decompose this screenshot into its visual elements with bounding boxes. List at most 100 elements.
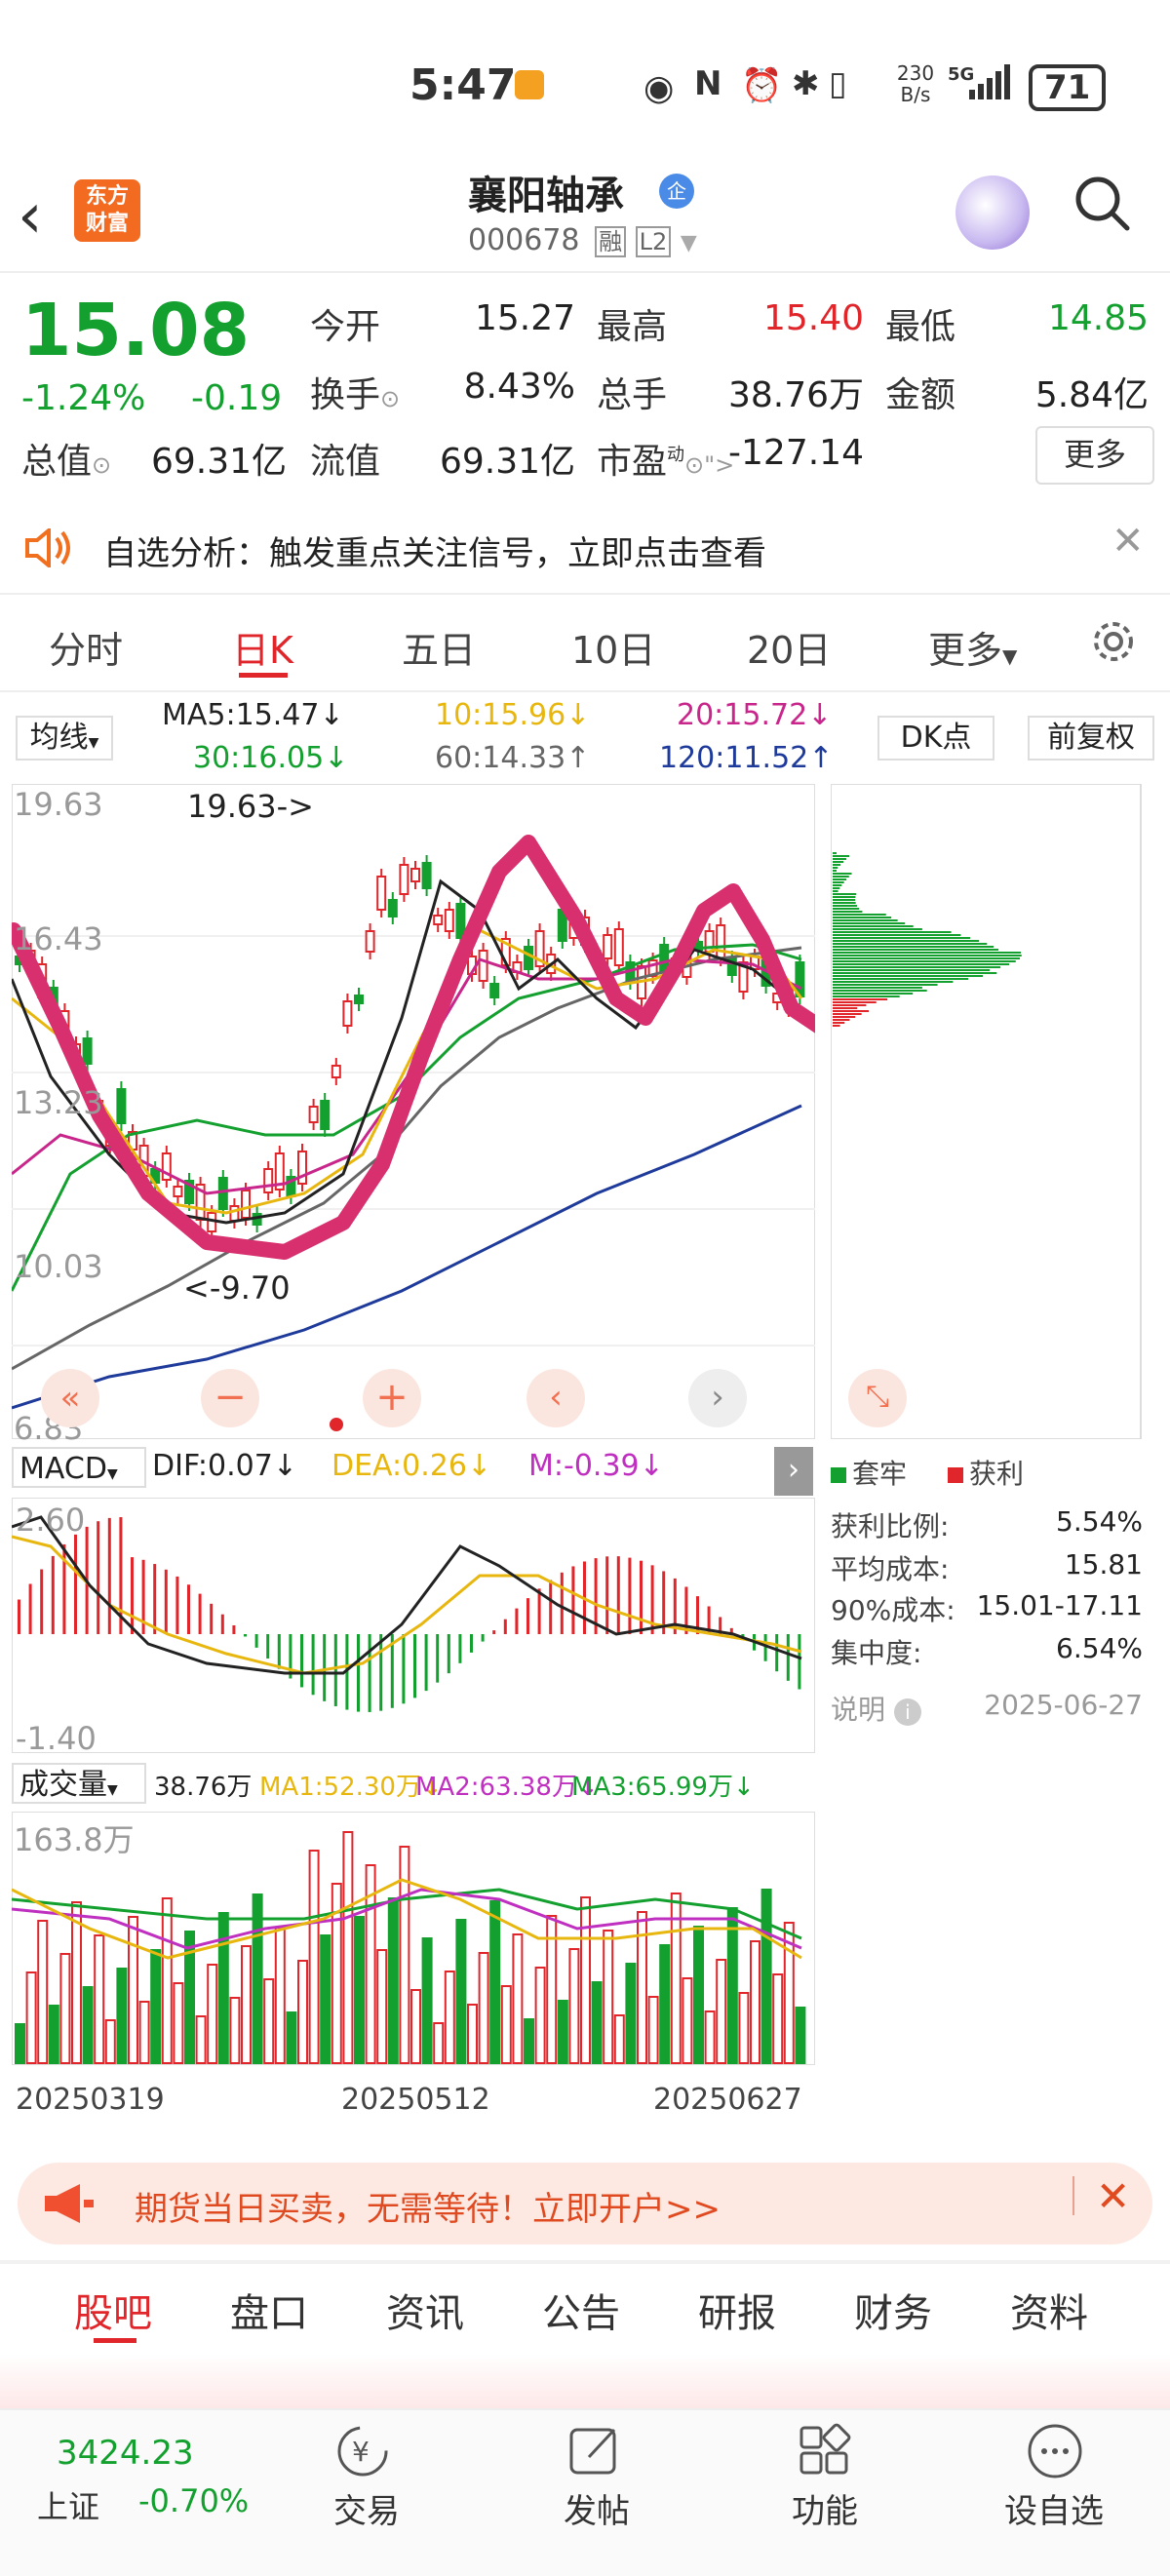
tab-twenty-day[interactable]: 20日 — [747, 620, 831, 674]
volume-bar — [716, 1959, 727, 2064]
nav-add-watchlist[interactable]: 设自选 — [1004, 2484, 1104, 2532]
chip-distribution-chart[interactable] — [831, 784, 1143, 1439]
tab-more-label: 更多 — [928, 629, 1003, 672]
ma-selector[interactable]: 均线▼ — [16, 716, 113, 761]
legend-profit-label: 获利 — [969, 1458, 1025, 1490]
macd-bar — [775, 1634, 779, 1672]
nav-functions[interactable]: 功能 — [792, 2484, 858, 2532]
adjust-mode-button[interactable]: 前复权 — [1028, 716, 1154, 761]
macd-bar — [244, 1634, 247, 1637]
nav-post[interactable]: 发帖 — [564, 2484, 630, 2532]
volume-bar — [704, 2010, 716, 2064]
macd-bar — [549, 1580, 553, 1634]
total-cap-value: 69.31亿 — [150, 442, 287, 482]
futures-ad-banner[interactable]: 期货当日买卖，无需等待！立即开户>> ✕ — [18, 2163, 1152, 2244]
chip-bar — [833, 963, 1010, 965]
volume-bar — [726, 1907, 738, 2064]
nfc-icon: N — [694, 64, 722, 103]
chip-bar — [833, 1010, 869, 1012]
index-value[interactable]: 3424.23 — [57, 2434, 194, 2473]
volume-selector[interactable]: 成交量▼ — [12, 1763, 146, 1804]
close-icon[interactable]: ✕ — [1112, 519, 1145, 564]
volume-bar — [94, 1934, 105, 2064]
volume-bar — [25, 1971, 37, 2064]
more-quote-button[interactable]: 更多 — [1035, 426, 1154, 485]
volume-bar — [580, 1896, 591, 2064]
tab-announcements[interactable]: 公告 — [542, 2282, 620, 2338]
kline-chart[interactable]: 19.63-> <-9.70 — [12, 784, 815, 1439]
zoom-in-button[interactable]: + — [363, 1369, 421, 1427]
volume-bar — [104, 2019, 116, 2064]
tab-guba[interactable]: 股吧 — [74, 2282, 152, 2338]
zoom-out-button[interactable]: − — [201, 1369, 259, 1427]
low-value: 14.85 — [1047, 298, 1149, 338]
candle-body — [263, 1168, 274, 1193]
macd-chart[interactable] — [12, 1498, 815, 1753]
tab-news[interactable]: 资讯 — [386, 2282, 464, 2338]
macd-bar — [424, 1634, 428, 1692]
feed-preview — [0, 2354, 1170, 2408]
scroll-right-button[interactable]: › — [688, 1369, 747, 1427]
macd-bar — [187, 1584, 190, 1634]
back-arrow-icon[interactable]: ‹ — [18, 180, 43, 253]
macd-dif: DIF:0.07↓ — [152, 1449, 297, 1483]
macd-bar — [333, 1634, 337, 1706]
trade-icon[interactable]: ¥ — [333, 2422, 392, 2480]
index-change[interactable]: -0.70% — [138, 2482, 249, 2519]
status-bar: 5:47 ◉ N ⏰ ✱ ▯ 230 B/s 5G 71 — [0, 0, 1170, 166]
chip-bar — [833, 1025, 840, 1027]
analysis-notice[interactable]: 自选分析：触发重点关注信号，立即点击查看 ✕ — [0, 501, 1170, 593]
divider — [0, 593, 1170, 595]
expand-icon[interactable]: ⤡ — [848, 1369, 907, 1427]
tab-pankou[interactable]: 盘口 — [230, 2282, 308, 2338]
macd-bar — [413, 1634, 416, 1698]
pe-label[interactable]: 市盈动⊙"> — [597, 433, 734, 484]
speaker-icon — [25, 528, 70, 567]
net-speed: 230 B/s — [896, 61, 935, 106]
divider — [0, 271, 1170, 273]
grid-apps-icon[interactable] — [796, 2422, 854, 2480]
volume-bar — [647, 1996, 659, 2064]
tab-finance[interactable]: 财务 — [854, 2282, 932, 2338]
volume-bar — [173, 1982, 184, 2064]
tab-more[interactable]: 更多▼ — [928, 620, 1017, 674]
settings-gear-icon[interactable] — [1090, 618, 1137, 665]
tab-five-day[interactable]: 五日 — [402, 620, 476, 674]
tab-intraday[interactable]: 分时 — [49, 620, 123, 674]
chip-label: 90%成本: — [831, 1594, 956, 1626]
post-edit-icon[interactable] — [566, 2422, 624, 2480]
nav-trade[interactable]: 交易 — [333, 2484, 400, 2532]
scroll-left-button[interactable]: ‹ — [526, 1369, 585, 1427]
tab-ten-day[interactable]: 10日 — [571, 620, 655, 674]
close-ad-icon[interactable]: ✕ — [1096, 2172, 1130, 2220]
volume-bar — [489, 1900, 501, 2064]
more-dots-icon[interactable] — [1026, 2422, 1084, 2480]
chip-bar — [833, 878, 847, 880]
indicator-selector[interactable]: MACD▼ — [12, 1447, 146, 1488]
robot-assistant-avatar[interactable] — [956, 176, 1030, 250]
tab-profile[interactable]: 资料 — [1010, 2282, 1088, 2338]
chip-bar — [833, 925, 914, 927]
volume-label: 总手 — [597, 375, 668, 415]
stock-code[interactable]: 000678 融 L2 ▼ — [468, 222, 697, 257]
tab-research[interactable]: 研报 — [698, 2282, 776, 2338]
turnover-label[interactable]: 换手⊙ — [310, 367, 400, 417]
chip-bar — [833, 1019, 850, 1021]
volume-bar — [37, 1920, 49, 2064]
chip-note-link[interactable]: 说明 i — [831, 1689, 921, 1728]
dk-point-button[interactable]: DK点 — [878, 716, 994, 761]
volume-selector-label: 成交量 — [20, 1768, 107, 1802]
open-value: 15.27 — [474, 298, 575, 338]
index-name[interactable]: 上证 — [37, 2482, 99, 2527]
high-label: 最高 — [597, 307, 668, 347]
active-tab-indicator — [94, 2338, 136, 2343]
search-icon[interactable] — [1072, 174, 1131, 232]
macd-bar — [311, 1634, 315, 1696]
expand-panel-button[interactable]: › — [774, 1447, 813, 1496]
legend-trapped-label: 套牢 — [852, 1458, 908, 1490]
scroll-left-far-button[interactable]: « — [41, 1369, 99, 1427]
ma-selector-label: 均线 — [29, 721, 89, 755]
total-cap-label[interactable]: 总值⊙ — [21, 433, 111, 484]
chip-bar — [833, 993, 914, 995]
tab-daily-k[interactable]: 日K — [232, 620, 293, 674]
